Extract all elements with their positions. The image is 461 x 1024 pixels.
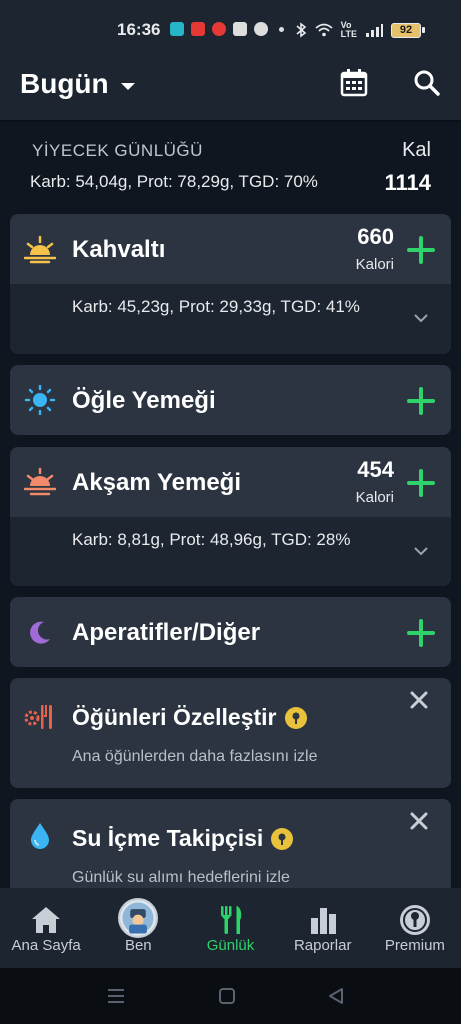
box-icon	[233, 22, 247, 36]
youtube-icon	[191, 22, 205, 36]
promo-title-text: Su İçme Takipçisi	[72, 825, 264, 851]
close-icon[interactable]	[409, 690, 429, 710]
nav-label: Ben	[124, 937, 152, 954]
summary-title: YİYECEK GÜNLÜĞÜ	[32, 141, 203, 160]
meal-calories: 660 Kalori	[356, 224, 394, 273]
calendar-icon	[340, 69, 368, 97]
recents-menu-icon[interactable]	[107, 988, 125, 1004]
meal-card-dinner: Akşam Yemeği 454 Kalori Karb: 8,81g, Pro…	[10, 447, 451, 586]
page-title: Bugün	[20, 68, 109, 99]
premium-key-icon	[284, 706, 307, 729]
bluetooth-icon	[296, 22, 306, 38]
nav-item-premium[interactable]: Premium	[369, 888, 461, 968]
add-food-button[interactable]	[407, 236, 435, 264]
fork-knife-gear-icon	[24, 705, 52, 729]
nav-label: Premium	[384, 937, 445, 954]
search-icon	[414, 70, 440, 96]
premium-key-icon	[271, 827, 294, 850]
meal-card-breakfast: Kahvaltı 660 Kalori Karb: 45,23g, Prot: …	[10, 214, 451, 354]
promo-title: Öğünleri Özelleştir	[72, 704, 307, 731]
search-button[interactable]	[410, 66, 444, 100]
summary-kal-label: Kal	[402, 139, 431, 161]
app-header: Bugün	[0, 44, 461, 122]
sun-icon	[24, 385, 56, 415]
meal-header-dinner[interactable]: Akşam Yemeği 454 Kalori	[10, 447, 451, 517]
promo-title-text: Öğünleri Özelleştir	[72, 704, 277, 730]
wifi-icon	[315, 23, 333, 37]
dot-icon	[279, 26, 284, 32]
nav-label: Günlük	[206, 937, 255, 954]
promo-card-customize-meals[interactable]: Öğünleri Özelleştir Ana öğünlerden daha …	[10, 678, 451, 788]
home-button-icon[interactable]	[218, 987, 236, 1005]
meal-header-snacks[interactable]: Aperatifler/Diğer	[10, 597, 451, 667]
meal-calorie-value: 660	[357, 224, 394, 249]
cup-icon	[254, 22, 268, 36]
vodafone-icon	[212, 22, 226, 36]
chevron-down-icon	[120, 82, 135, 90]
bar-chart-icon	[310, 908, 336, 934]
chevron-down-icon[interactable]	[413, 543, 429, 559]
volte-icon: Vo LTE	[340, 20, 357, 39]
fork-knife-icon	[220, 906, 241, 934]
meal-calories: 454 Kalori	[356, 457, 394, 506]
status-bar: 16:36 Vo LTE 92	[0, 0, 461, 44]
meal-header-breakfast[interactable]: Kahvaltı 660 Kalori	[10, 214, 451, 284]
status-time: 16:36	[117, 20, 161, 39]
signal-icon	[366, 24, 383, 37]
meal-macros: Karb: 8,81g, Prot: 48,96g, TGD: 28%	[72, 530, 351, 549]
summary-total-calories: 1114	[384, 170, 431, 195]
meal-card-snacks: Aperatifler/Diğer	[10, 597, 451, 667]
back-icon[interactable]	[327, 987, 345, 1005]
meal-calorie-unit: Kalori	[355, 256, 394, 273]
meal-calorie-unit: Kalori	[355, 489, 394, 506]
nav-item-diary[interactable]: Günlük	[184, 888, 276, 968]
status-app-icons	[170, 22, 284, 36]
meal-name: Öğle Yemeği	[72, 387, 216, 414]
add-food-button[interactable]	[407, 387, 435, 415]
nav-label: Raporlar	[293, 937, 352, 954]
system-navigation-bar	[0, 968, 461, 1024]
add-food-button[interactable]	[407, 619, 435, 647]
premium-key-icon	[399, 905, 430, 935]
date-selector[interactable]: Bugün	[20, 68, 135, 100]
close-icon[interactable]	[409, 811, 429, 831]
meal-header-lunch[interactable]: Öğle Yemeği	[10, 365, 451, 435]
meal-name: Kahvaltı	[72, 236, 166, 263]
meal-macros: Karb: 45,23g, Prot: 29,33g, TGD: 41%	[72, 297, 360, 316]
nav-item-me[interactable]: Ben	[92, 888, 184, 968]
chevron-down-icon[interactable]	[413, 310, 429, 326]
promo-title: Su İçme Takipçisi	[72, 825, 294, 852]
avatar-icon	[118, 898, 159, 938]
meal-card-lunch: Öğle Yemeği	[10, 365, 451, 435]
nav-item-reports[interactable]: Raporlar	[277, 888, 369, 968]
home-icon	[32, 907, 61, 933]
water-drop-icon	[31, 823, 49, 849]
meal-macros-row[interactable]: Karb: 45,23g, Prot: 29,33g, TGD: 41%	[10, 284, 451, 354]
status-system-icons: Vo LTE 92	[295, 20, 425, 39]
promo-subtitle: Ana öğünlerden daha fazlasını izle	[72, 748, 318, 765]
calendar-button[interactable]	[337, 66, 371, 100]
promo-subtitle: Günlük su alımı hedeflerini izle	[72, 869, 290, 886]
food-log-summary: YİYECEK GÜNLÜĞÜ Kal Karb: 54,04g, Prot: …	[0, 122, 461, 202]
meal-name: Aperatifler/Diğer	[72, 619, 261, 646]
meal-name: Akşam Yemeği	[72, 469, 241, 496]
summary-macros: Karb: 54,04g, Prot: 78,29g, TGD: 70%	[30, 172, 318, 191]
bottom-navigation: Ana Sayfa Ben Günlük Raporlar Premium	[0, 888, 461, 968]
app-notification-icon	[170, 22, 184, 36]
moon-icon	[30, 621, 50, 644]
add-food-button[interactable]	[407, 469, 435, 497]
battery-icon: 92	[391, 22, 425, 38]
sunset-icon	[24, 467, 56, 496]
nav-label: Ana Sayfa	[11, 937, 81, 954]
nav-item-home[interactable]: Ana Sayfa	[0, 888, 92, 968]
sunrise-icon	[24, 235, 56, 264]
meal-macros-row[interactable]: Karb: 8,81g, Prot: 48,96g, TGD: 28%	[10, 517, 451, 586]
meal-calorie-value: 454	[357, 457, 394, 482]
